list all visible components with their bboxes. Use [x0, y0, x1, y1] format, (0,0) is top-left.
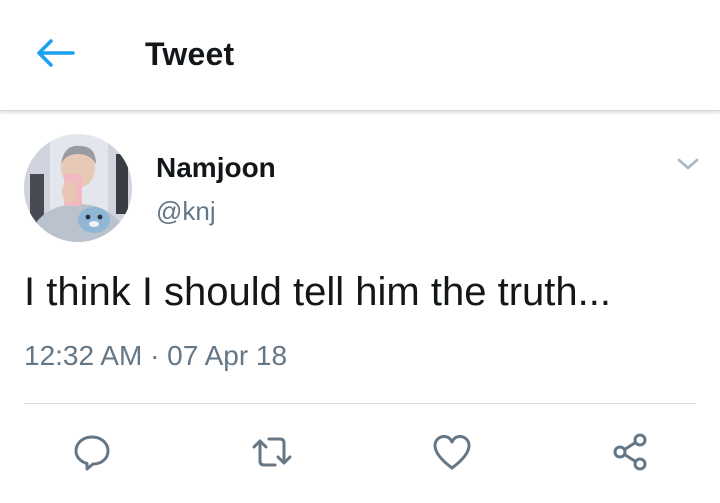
back-button[interactable] [30, 32, 80, 78]
retweet-icon [250, 432, 294, 472]
reply-button[interactable] [68, 428, 116, 476]
tweet-text: I think I should tell him the truth... [24, 270, 611, 314]
user-handle[interactable]: @knj [156, 196, 216, 227]
divider [24, 403, 696, 404]
avatar[interactable] [24, 134, 132, 242]
heart-icon [432, 432, 472, 472]
page-title: Tweet [145, 36, 235, 72]
tweet-menu-button[interactable] [668, 148, 708, 184]
retweet-button[interactable] [248, 428, 296, 476]
share-button[interactable] [606, 428, 654, 476]
share-icon [610, 432, 650, 472]
like-button[interactable] [428, 428, 476, 476]
reply-icon [72, 432, 112, 472]
display-name[interactable]: Namjoon [156, 152, 276, 184]
top-app-bar: Tweet [0, 0, 720, 111]
chevron-down-icon [676, 157, 700, 176]
tweet-timestamp: 12:32 AM · 07 Apr 18 [24, 340, 288, 371]
arrow-left-icon [35, 38, 75, 73]
